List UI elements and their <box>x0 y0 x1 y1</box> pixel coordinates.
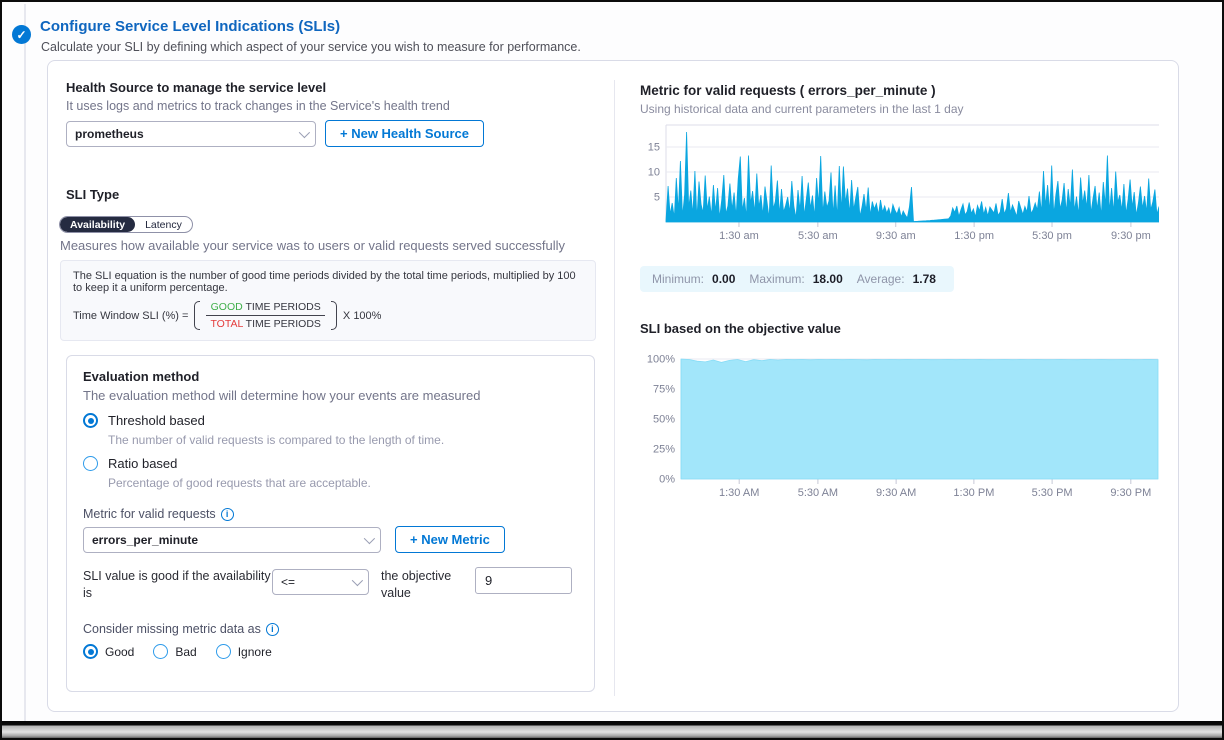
page-title: Configure Service Level Indications (SLI… <box>40 18 340 35</box>
objective-suffix-text: the objective value <box>381 568 473 602</box>
formula-rhs: X 100% <box>343 310 382 322</box>
evaluation-method-title: Evaluation method <box>83 369 199 384</box>
evaluation-method-card: Evaluation method The evaluation method … <box>66 355 595 692</box>
left-bracket <box>194 301 200 330</box>
health-source-select[interactable]: prometheus <box>66 121 316 147</box>
missing-data-label: Consider missing metric data as i <box>83 622 279 636</box>
objective-value-input[interactable] <box>475 567 572 594</box>
missing-bad-label: Bad <box>175 645 196 659</box>
svg-text:5:30 AM: 5:30 AM <box>798 487 838 499</box>
metric-chart-title: Metric for valid requests ( errors_per_m… <box>640 83 936 98</box>
max-label: Maximum: <box>749 272 804 286</box>
avg-label: Average: <box>857 272 905 286</box>
sli-area-chart: 0% 25% 50% 75% 100% 1:30 AM 5:30 AM 9:30 AM 1:30… <box>643 349 1159 501</box>
svg-text:75%: 75% <box>653 384 675 396</box>
ratio-based-option: Ratio based <box>83 456 177 471</box>
total-periods-rest: TIME PERIODS <box>243 318 321 330</box>
ratio-based-radio[interactable] <box>83 456 98 471</box>
svg-text:5:30 PM: 5:30 PM <box>1032 487 1073 499</box>
health-source-label: Health Source to manage the service leve… <box>66 80 326 95</box>
chevron-down-icon <box>352 575 363 586</box>
svg-text:5: 5 <box>654 192 660 204</box>
threshold-based-label: Threshold based <box>108 413 205 428</box>
operator-selected-value: <= <box>281 575 346 589</box>
svg-text:1:30 am: 1:30 am <box>719 230 759 242</box>
svg-text:9:30 AM: 9:30 AM <box>876 487 916 499</box>
sli-equation-text: The SLI equation is the number of good t… <box>73 270 583 294</box>
svg-text:25%: 25% <box>653 444 675 456</box>
new-health-source-button[interactable]: + New Health Source <box>325 120 484 147</box>
new-metric-button[interactable]: + New Metric <box>395 526 505 553</box>
svg-text:5:30 am: 5:30 am <box>798 230 838 242</box>
sli-config-card: Health Source to manage the service leve… <box>47 60 1179 712</box>
svg-text:15: 15 <box>648 142 660 154</box>
good-periods-rest: TIME PERIODS <box>243 301 321 313</box>
formula-fraction: GOOD TIME PERIODS TOTAL TIME PERIODS <box>206 301 324 330</box>
health-source-description: It uses logs and metrics to track change… <box>66 99 450 113</box>
missing-data-options: Good Bad Ignore <box>83 644 284 659</box>
min-value: 0.00 <box>712 272 735 286</box>
objective-prefix-text: SLI value is good if the availability is <box>83 568 275 602</box>
health-source-selected-value: prometheus <box>75 127 293 141</box>
right-bracket <box>331 301 337 330</box>
sli-type-toggle: Availability Latency <box>59 216 193 233</box>
svg-text:5:30 pm: 5:30 pm <box>1032 230 1072 242</box>
sli-type-description: Measures how available your service was … <box>60 238 565 253</box>
svg-text:1:30 AM: 1:30 AM <box>719 487 759 499</box>
svg-text:0%: 0% <box>659 474 675 486</box>
missing-good-label: Good <box>105 645 134 659</box>
info-icon[interactable]: i <box>266 623 279 636</box>
missing-ignore-radio[interactable] <box>216 644 231 659</box>
sli-equation-box: The SLI equation is the number of good t… <box>60 260 596 341</box>
threshold-based-radio[interactable] <box>83 413 98 428</box>
formula-lhs: Time Window SLI (%) = <box>73 310 188 322</box>
step-complete-check-icon: ✓ <box>12 25 31 44</box>
ratio-based-description: Percentage of good requests that are acc… <box>108 476 371 490</box>
metric-for-valid-requests-label: Metric for valid requests i <box>83 507 234 521</box>
missing-bad-radio[interactable] <box>153 644 168 659</box>
sli-equation-formula: Time Window SLI (%) = GOOD TIME PERIODS … <box>73 301 583 330</box>
avg-value: 1.78 <box>913 272 936 286</box>
total-periods-highlight: TOTAL <box>210 318 242 330</box>
metric-select[interactable]: errors_per_minute <box>83 527 381 553</box>
threshold-based-option: Threshold based <box>83 413 205 428</box>
sli-type-option-latency[interactable]: Latency <box>135 217 192 232</box>
ratio-based-label: Ratio based <box>108 456 177 471</box>
metric-stats-pill: Minimum: 0.00 Maximum: 18.00 Average: 1.… <box>640 266 954 292</box>
chevron-down-icon <box>364 533 375 544</box>
page-subtitle: Calculate your SLI by defining which asp… <box>41 40 581 54</box>
svg-text:1:30 pm: 1:30 pm <box>954 230 994 242</box>
min-label: Minimum: <box>652 272 704 286</box>
sli-configuration-page: ✓ Configure Service Level Indications (S… <box>0 0 1224 740</box>
missing-good-radio[interactable] <box>83 644 98 659</box>
max-value: 18.00 <box>813 272 843 286</box>
missing-ignore-label: Ignore <box>238 645 272 659</box>
sli-chart-title: SLI based on the objective value <box>640 321 841 336</box>
sli-type-option-availability[interactable]: Availability <box>60 217 135 232</box>
svg-text:100%: 100% <box>647 354 675 366</box>
svg-text:1:30 PM: 1:30 PM <box>953 487 994 499</box>
operator-select[interactable]: <= <box>272 569 369 595</box>
window-bottom-chrome <box>2 721 1222 738</box>
info-icon[interactable]: i <box>221 508 234 521</box>
chevron-down-icon <box>299 127 310 138</box>
svg-text:9:30 PM: 9:30 PM <box>1110 487 1151 499</box>
metric-selected-value: errors_per_minute <box>92 533 358 547</box>
svg-text:9:30 am: 9:30 am <box>876 230 916 242</box>
svg-text:9:30 pm: 9:30 pm <box>1111 230 1151 242</box>
metric-timeseries-chart: 5 10 15 1:30 am 5:30 am 9:30 am 1:30 pm 5:30 pm… <box>643 123 1159 245</box>
sli-type-label: SLI Type <box>66 187 119 202</box>
svg-text:10: 10 <box>648 167 660 179</box>
threshold-based-description: The number of valid requests is compared… <box>108 433 444 447</box>
good-periods-highlight: GOOD <box>211 301 243 313</box>
evaluation-method-description: The evaluation method will determine how… <box>83 388 480 403</box>
metric-chart-subtitle: Using historical data and current parame… <box>640 102 964 116</box>
column-divider <box>614 80 615 696</box>
svg-text:50%: 50% <box>653 414 675 426</box>
stepper-line <box>24 4 26 723</box>
